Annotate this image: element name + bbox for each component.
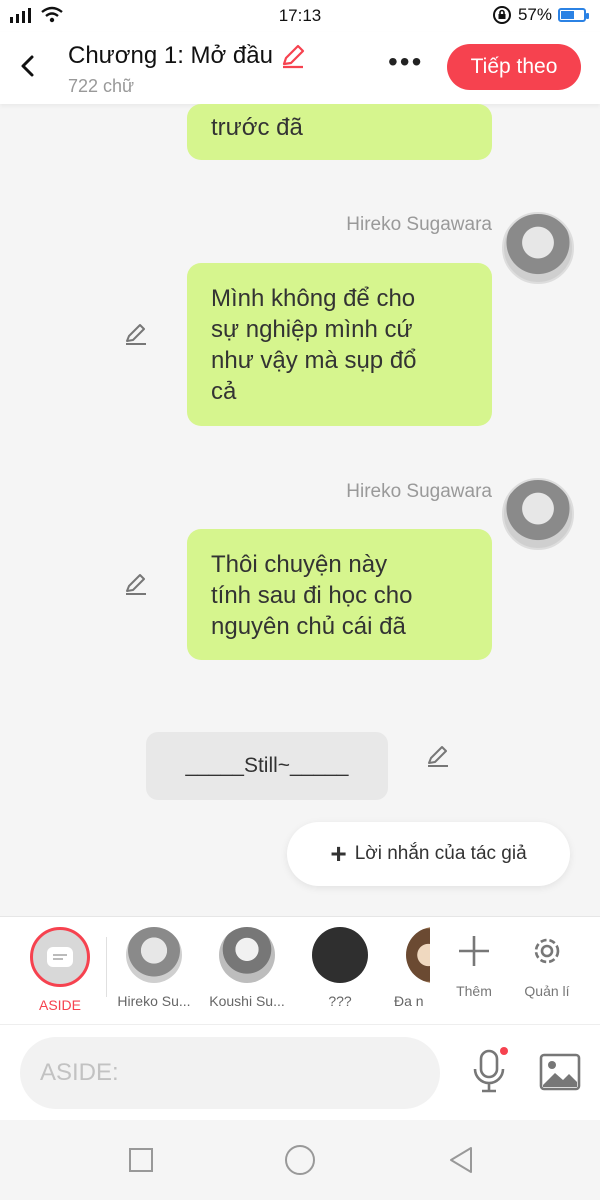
avatar (312, 927, 368, 983)
character-partial[interactable]: Đa n (374, 927, 430, 1009)
character-label: ??? (328, 993, 352, 1009)
add-label: Thêm (456, 983, 492, 999)
message-bubble[interactable]: Mình không để cho sự nghiệp mình cứ như … (187, 263, 492, 426)
message-line: Mình không để cho (211, 285, 416, 312)
plus-icon (459, 936, 489, 966)
status-bar: 17:13 57% (0, 0, 600, 32)
home-circle-icon[interactable] (284, 1144, 316, 1176)
microphone-icon[interactable] (469, 1047, 509, 1097)
recents-square-icon[interactable] (128, 1147, 154, 1173)
word-count: 722 chữ (68, 76, 135, 96)
character-koushi[interactable]: Koushi Su... (201, 927, 293, 1009)
character-label: ASIDE (38, 997, 81, 1013)
character-label: Hireko Su... (117, 993, 191, 1009)
author-note-label: Lời nhắn của tác giả (354, 843, 527, 864)
aside-icon (30, 927, 90, 987)
edit-message-pencil-icon[interactable] (122, 320, 150, 348)
rotation-lock-icon (492, 6, 511, 24)
divider (106, 937, 107, 997)
image-icon[interactable] (539, 1053, 581, 1091)
character-hireko[interactable]: Hireko Su... (108, 927, 200, 1009)
add-character-button[interactable]: Thêm (439, 929, 509, 999)
avatar (406, 927, 430, 983)
status-icons-right: 57% (492, 5, 589, 25)
plus-icon: + (330, 838, 347, 869)
sender-name: Hireko Sugawara (346, 214, 492, 235)
message-line: tính sau đi học cho (211, 582, 413, 609)
battery-percent: 57% (517, 5, 552, 24)
back-arrow-icon[interactable] (14, 50, 42, 82)
next-chapter-button[interactable]: Tiếp theo (447, 44, 581, 90)
composer (0, 1024, 600, 1121)
character-label: Koushi Su... (209, 993, 285, 1009)
character-unknown[interactable]: ??? (294, 927, 386, 1009)
message-line: như vậy mà sụp đổ (211, 347, 417, 374)
back-triangle-icon[interactable] (447, 1145, 475, 1175)
edit-title-pencil-icon[interactable] (279, 42, 307, 70)
aside-message[interactable]: _____Still~_____ (146, 732, 388, 800)
avatar (219, 927, 275, 983)
manage-button[interactable]: Quản lí (512, 929, 582, 999)
edit-aside-pencil-icon[interactable] (424, 742, 452, 770)
gear-icon (534, 938, 560, 964)
message-line: cả (211, 378, 237, 405)
more-options-icon[interactable]: ••• (388, 46, 423, 78)
avatar (126, 927, 182, 983)
message-bubble[interactable]: trước đã (187, 104, 492, 160)
edit-message-pencil-icon[interactable] (122, 570, 150, 598)
aside-text-input[interactable] (20, 1037, 440, 1109)
message-line: sự nghiệp mình cứ (211, 316, 413, 343)
character-label: Đa n (394, 993, 424, 1009)
author-note-button[interactable]: + Lời nhắn của tác giả (287, 822, 570, 886)
avatar[interactable] (502, 212, 574, 284)
system-nav-bar (0, 1120, 600, 1200)
message-line: nguyên chủ cái đã (211, 613, 406, 640)
avatar[interactable] (502, 478, 574, 550)
battery-icon (558, 8, 589, 22)
manage-label: Quản lí (524, 983, 570, 999)
message-bubble[interactable]: Thôi chuyện này tính sau đi học cho nguy… (187, 529, 492, 660)
message-line: Thôi chuyện này (211, 551, 388, 578)
sender-name: Hireko Sugawara (346, 481, 492, 502)
message-line: trước đã (211, 114, 303, 141)
character-bar: ASIDE Hireko Su... Koushi Su... ??? Đa n… (0, 916, 600, 1025)
chapter-title-text: Chương 1: Mở đầu (68, 42, 273, 69)
character-aside[interactable]: ASIDE (14, 927, 106, 1013)
chapter-header: Chương 1: Mở đầu 722 chữ ••• Tiếp theo (0, 32, 600, 104)
chapter-title[interactable]: Chương 1: Mở đầu (68, 42, 307, 70)
